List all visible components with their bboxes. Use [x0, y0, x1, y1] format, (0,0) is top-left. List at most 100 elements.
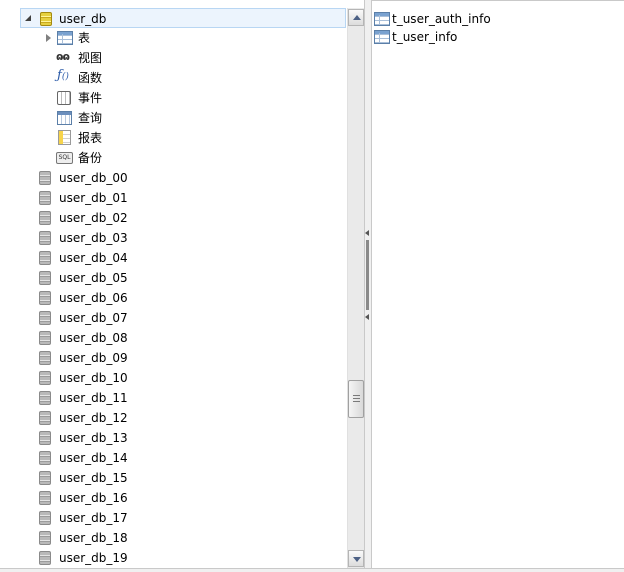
database-icon: [39, 451, 51, 465]
tree-node-label: user_db_05: [59, 271, 128, 285]
tree-node-label: user_db_04: [59, 251, 128, 265]
tree-node-label: 备份: [78, 151, 103, 165]
database-icon: [39, 371, 51, 385]
tree-node-database[interactable]: user_db_10: [0, 368, 346, 388]
table-icon: [57, 31, 73, 45]
tree-node-label: 函数: [78, 71, 103, 85]
tree-node-backups[interactable]: SQL 备份: [0, 148, 346, 168]
database-icon: [39, 271, 51, 285]
tree-node-views[interactable]: ɷɷ 视图: [0, 48, 346, 68]
tree-node-label: user_db_03: [59, 231, 128, 245]
tree-node-label: user_db_16: [59, 491, 128, 505]
database-icon: [39, 391, 51, 405]
tree-node-database[interactable]: user_db_14: [0, 448, 346, 468]
database-icon: [39, 531, 51, 545]
status-border: [0, 568, 624, 572]
database-icon: [39, 491, 51, 505]
tree-node-reports[interactable]: 报表: [0, 128, 346, 148]
tree-node-label: user_db_19: [59, 551, 128, 565]
tree-node-database[interactable]: user_db_08: [0, 328, 346, 348]
grip-line: [353, 395, 360, 396]
tree-node-label: 事件: [78, 91, 103, 105]
tree-node-label: 表: [78, 31, 91, 45]
object-list-pane: t_user_auth_info t_user_info: [372, 0, 624, 568]
tree-node-queries[interactable]: 查询: [0, 108, 346, 128]
splitter-grip[interactable]: [366, 240, 369, 310]
tree-node-database[interactable]: user_db_05: [0, 268, 346, 288]
tree-node-user-db[interactable]: user_db: [20, 8, 346, 28]
tree-node-database[interactable]: user_db_12: [0, 408, 346, 428]
tree-node-label: user_db_00: [59, 171, 128, 185]
expand-right-icon[interactable]: [46, 34, 51, 42]
tree-node-label: 报表: [78, 131, 103, 145]
database-icon: [39, 291, 51, 305]
tree-node-label: user_db_12: [59, 411, 128, 425]
tree-node-label: user_db_02: [59, 211, 128, 225]
tree-node-database[interactable]: user_db_13: [0, 428, 346, 448]
table-item-label: t_user_auth_info: [392, 12, 491, 26]
table-icon: [374, 30, 390, 44]
tree-node-database[interactable]: user_db_01: [0, 188, 346, 208]
tree-node-database[interactable]: user_db_02: [0, 208, 346, 228]
tree-node-events[interactable]: 事件: [0, 88, 346, 108]
tree-node-database[interactable]: user_db_04: [0, 248, 346, 268]
tree-node-database[interactable]: user_db_00: [0, 168, 346, 188]
tree-node-database[interactable]: user_db_15: [0, 468, 346, 488]
function-icon: ƒ(): [57, 68, 69, 83]
tree-node-label: user_db_14: [59, 451, 128, 465]
tree-node-label: user_db_08: [59, 331, 128, 345]
database-icon: [39, 211, 51, 225]
database-icon: [39, 191, 51, 205]
tree-node-label: user_db_15: [59, 471, 128, 485]
tree-node-tables[interactable]: 表: [0, 28, 346, 48]
tree-node-database[interactable]: user_db_03: [0, 228, 346, 248]
tree-node-label: user_db: [59, 12, 107, 26]
tree-vertical-scrollbar[interactable]: [347, 8, 364, 568]
backup-icon: SQL: [56, 152, 73, 164]
view-icon: ɷɷ: [56, 50, 70, 63]
tree-node-database[interactable]: user_db_19: [0, 548, 346, 568]
tree-node-label: user_db_07: [59, 311, 128, 325]
collapse-left-icon[interactable]: [365, 314, 369, 320]
grip-line: [353, 398, 360, 399]
database-icon: [39, 511, 51, 525]
arrow-up-icon: [353, 15, 361, 20]
object-tree-pane: user_db 表 ɷɷ 视图 ƒ() 函数 事件 查询 报表 SQL 备份 u…: [0, 0, 364, 568]
tree-node-label: user_db_11: [59, 391, 128, 405]
report-icon: [58, 130, 71, 145]
database-icon: [39, 431, 51, 445]
database-icon: [39, 331, 51, 345]
tree-node-label: user_db_09: [59, 351, 128, 365]
query-icon: [57, 111, 72, 125]
tree-node-database[interactable]: user_db_16: [0, 488, 346, 508]
scroll-down-button[interactable]: [348, 550, 364, 567]
tree-node-label: 视图: [78, 51, 103, 65]
arrow-down-icon: [353, 557, 361, 562]
tree-node-database[interactable]: user_db_07: [0, 308, 346, 328]
database-list: user_db_00 user_db_01 user_db_02 user_db_03…: [0, 168, 346, 568]
expand-down-icon[interactable]: [25, 15, 31, 21]
database-icon: [39, 311, 51, 325]
database-icon: [39, 551, 51, 565]
scrollbar-thumb[interactable]: [348, 380, 364, 418]
tree-node-label: 查询: [78, 111, 103, 125]
tree-node-database[interactable]: user_db_17: [0, 508, 346, 528]
database-icon: [39, 171, 51, 185]
collapse-left-icon[interactable]: [365, 230, 369, 236]
scroll-up-button[interactable]: [348, 9, 364, 26]
tree-node-label: user_db_13: [59, 431, 128, 445]
pane-splitter[interactable]: [364, 0, 372, 572]
tree-node-database[interactable]: user_db_06: [0, 288, 346, 308]
tree-node-database[interactable]: user_db_09: [0, 348, 346, 368]
tree-node-functions[interactable]: ƒ() 函数: [0, 68, 346, 88]
database-icon: [39, 471, 51, 485]
event-icon: [57, 91, 71, 105]
tree-node-database[interactable]: user_db_18: [0, 528, 346, 548]
tree-node-database[interactable]: user_db_11: [0, 388, 346, 408]
table-icon: [374, 12, 390, 26]
database-icon: [39, 231, 51, 245]
database-icon: [39, 251, 51, 265]
grip-line: [353, 401, 360, 402]
database-icon: [39, 351, 51, 365]
tree-node-label: user_db_18: [59, 531, 128, 545]
